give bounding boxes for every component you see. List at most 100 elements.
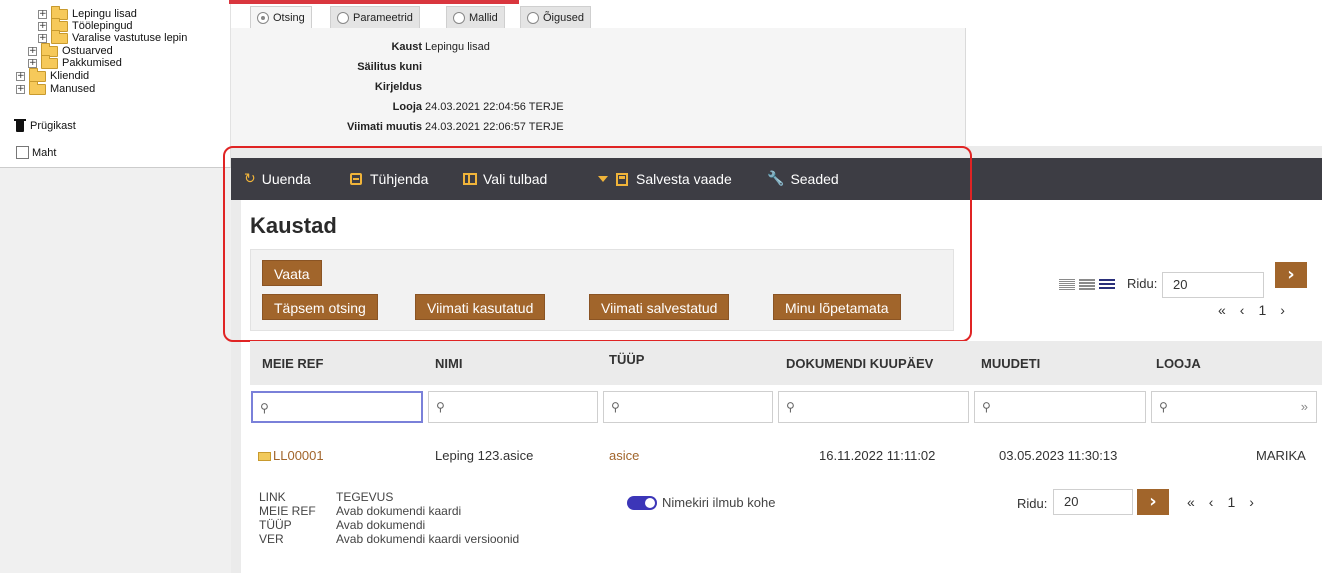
tree-item[interactable]: + Pakkumised <box>28 54 122 69</box>
choose-columns-button[interactable]: Vali tulbad <box>463 170 547 188</box>
expand-icon[interactable]: + <box>16 84 25 94</box>
next-page-icon[interactable]: › <box>1249 494 1254 510</box>
instant-list-label: Nimekiri ilmub kohe <box>662 495 776 510</box>
info-desc-label: Kirjeldus <box>374 81 422 93</box>
tree-item-label: Varalise vastutuse lepin <box>72 32 188 44</box>
settings-button[interactable]: 🔧 Seaded <box>767 170 839 188</box>
filter-type-input[interactable]: ⚲ <box>603 391 773 423</box>
left-panel-background <box>0 168 231 573</box>
table-cell-modified: 03.05.2023 11:30:13 <box>999 448 1118 463</box>
info-creator-value: 24.03.2021 22:04:56 TERJE <box>425 101 564 113</box>
my-unfinished-button[interactable]: Minu lõpetamata <box>773 294 901 320</box>
tree-item-label: Manused <box>50 83 96 95</box>
expand-icon[interactable]: + <box>38 33 47 43</box>
wide-view-icon[interactable] <box>1099 279 1115 291</box>
tree-item[interactable]: + Manused <box>16 80 96 95</box>
page-title: Kaustad <box>250 213 337 238</box>
radio-icon <box>527 11 539 24</box>
tab-label: Õigused <box>543 11 584 24</box>
more-columns-icon[interactable]: » <box>1301 399 1308 414</box>
column-header-type[interactable]: TÜÜP <box>609 352 644 367</box>
recently-used-button[interactable]: Viimati kasutatud <box>415 294 546 320</box>
trash-item[interactable]: Prügikast <box>14 118 76 132</box>
tab-label: Otsing <box>273 11 305 24</box>
save-icon <box>616 172 628 186</box>
compact-view-icon[interactable] <box>1059 279 1075 291</box>
column-header-creator[interactable]: LOOJA <box>1156 356 1201 371</box>
column-header-ref[interactable]: MEIE REF <box>262 356 323 371</box>
advanced-search-button[interactable]: Täpsem otsing <box>262 294 378 320</box>
filter-doc-date-input[interactable]: ⚲ <box>778 391 969 423</box>
tab-parameters[interactable]: Parameetrid <box>330 6 420 28</box>
table-cell-creator: MARIKA <box>1256 448 1306 463</box>
folder-icon <box>29 67 46 82</box>
tab-templates[interactable]: Mallid <box>446 6 505 28</box>
refresh-button[interactable]: ↻ Uuenda <box>244 170 311 188</box>
table-cell-doc-date: 16.11.2022 11:11:02 <box>819 448 936 463</box>
expand-icon[interactable]: + <box>28 46 37 56</box>
prev-page-icon[interactable]: ‹ <box>1240 302 1245 318</box>
info-folder-label: Kaust <box>391 41 422 53</box>
legend-keys: LINK MEIE REF TÜÜP VER <box>259 490 316 546</box>
table-cell-type[interactable]: asice <box>609 448 639 463</box>
filter-ref-input[interactable]: ⚲ <box>251 391 423 423</box>
search-icon: ⚲ <box>436 400 445 414</box>
tree-item[interactable]: + Kliendid <box>16 67 89 82</box>
column-header-modified[interactable]: MUUDETI <box>981 356 1040 371</box>
table-cell-name[interactable]: Leping 123.asice <box>435 448 533 463</box>
table-row-ref[interactable]: LL00001 <box>258 448 324 463</box>
tab-search[interactable]: Otsing <box>250 6 312 28</box>
first-page-icon[interactable]: « <box>1187 494 1195 510</box>
normal-view-icon[interactable] <box>1079 279 1095 291</box>
tree-item-label: Ostuarved <box>62 45 113 57</box>
trash-icon <box>14 118 26 132</box>
folder-icon <box>29 80 46 95</box>
ref-link[interactable]: LL00001 <box>273 448 324 463</box>
column-header-doc-date[interactable]: DOKUMENDI KUUPÄEV <box>786 356 933 371</box>
go-button-bottom[interactable]: › <box>1137 489 1169 515</box>
view-button[interactable]: Vaata <box>262 260 322 286</box>
pager-bottom: « ‹ 1 › <box>1187 494 1254 510</box>
columns-label: Vali tulbad <box>483 171 548 187</box>
recently-saved-button[interactable]: Viimati salvestatud <box>589 294 730 320</box>
go-button[interactable]: › <box>1275 262 1307 288</box>
columns-icon <box>463 173 477 185</box>
rows-input-bottom[interactable]: 20 <box>1053 489 1133 515</box>
rows-input[interactable]: 20 <box>1162 272 1264 298</box>
legend-action: Avab dokumendi <box>336 518 426 532</box>
tab-permissions[interactable]: Õigused <box>520 6 591 28</box>
column-header-name[interactable]: NIMI <box>435 356 462 371</box>
refresh-label: Uuenda <box>261 171 311 187</box>
info-folder-label-wrap: Kaust <box>231 40 422 54</box>
trash-label: Prügikast <box>30 120 76 132</box>
expand-icon[interactable]: + <box>28 58 37 68</box>
filter-name-input[interactable]: ⚲ <box>428 391 598 423</box>
radio-icon <box>453 11 465 24</box>
filter-creator-input[interactable]: ⚲ » <box>1151 391 1317 423</box>
info-modified-label-wrap: Viimati muutis <box>231 120 422 134</box>
expand-icon[interactable]: + <box>38 9 47 19</box>
instant-list-toggle[interactable] <box>627 496 657 510</box>
radio-icon <box>337 11 349 24</box>
search-icon: ⚲ <box>611 400 620 414</box>
first-page-icon[interactable]: « <box>1218 302 1226 318</box>
tree-item[interactable]: + Varalise vastutuse lepin <box>38 29 188 44</box>
size-checkbox-row[interactable]: Maht <box>16 146 56 159</box>
page-number: 1 <box>1258 302 1267 318</box>
expand-icon[interactable]: + <box>16 71 25 81</box>
info-creator-label: Looja <box>392 101 422 113</box>
prev-page-icon[interactable]: ‹ <box>1209 494 1214 510</box>
clear-label: Tühjenda <box>370 171 429 187</box>
page-number: 1 <box>1227 494 1236 510</box>
size-checkbox[interactable] <box>16 146 29 159</box>
folder-tree: + Lepingu lisad + Töölepingud + Varalise… <box>0 0 231 168</box>
tree-item-label: Töölepingud <box>72 20 133 32</box>
save-view-button[interactable]: Salvesta vaade <box>598 170 732 188</box>
clear-button[interactable]: Tühjenda <box>350 170 428 188</box>
chevron-down-icon[interactable] <box>598 176 608 182</box>
expand-icon[interactable]: + <box>38 21 47 31</box>
legend-key: LINK <box>259 490 286 504</box>
filter-modified-input[interactable]: ⚲ <box>974 391 1146 423</box>
search-icon: ⚲ <box>1159 400 1168 414</box>
next-page-icon[interactable]: › <box>1280 302 1285 318</box>
